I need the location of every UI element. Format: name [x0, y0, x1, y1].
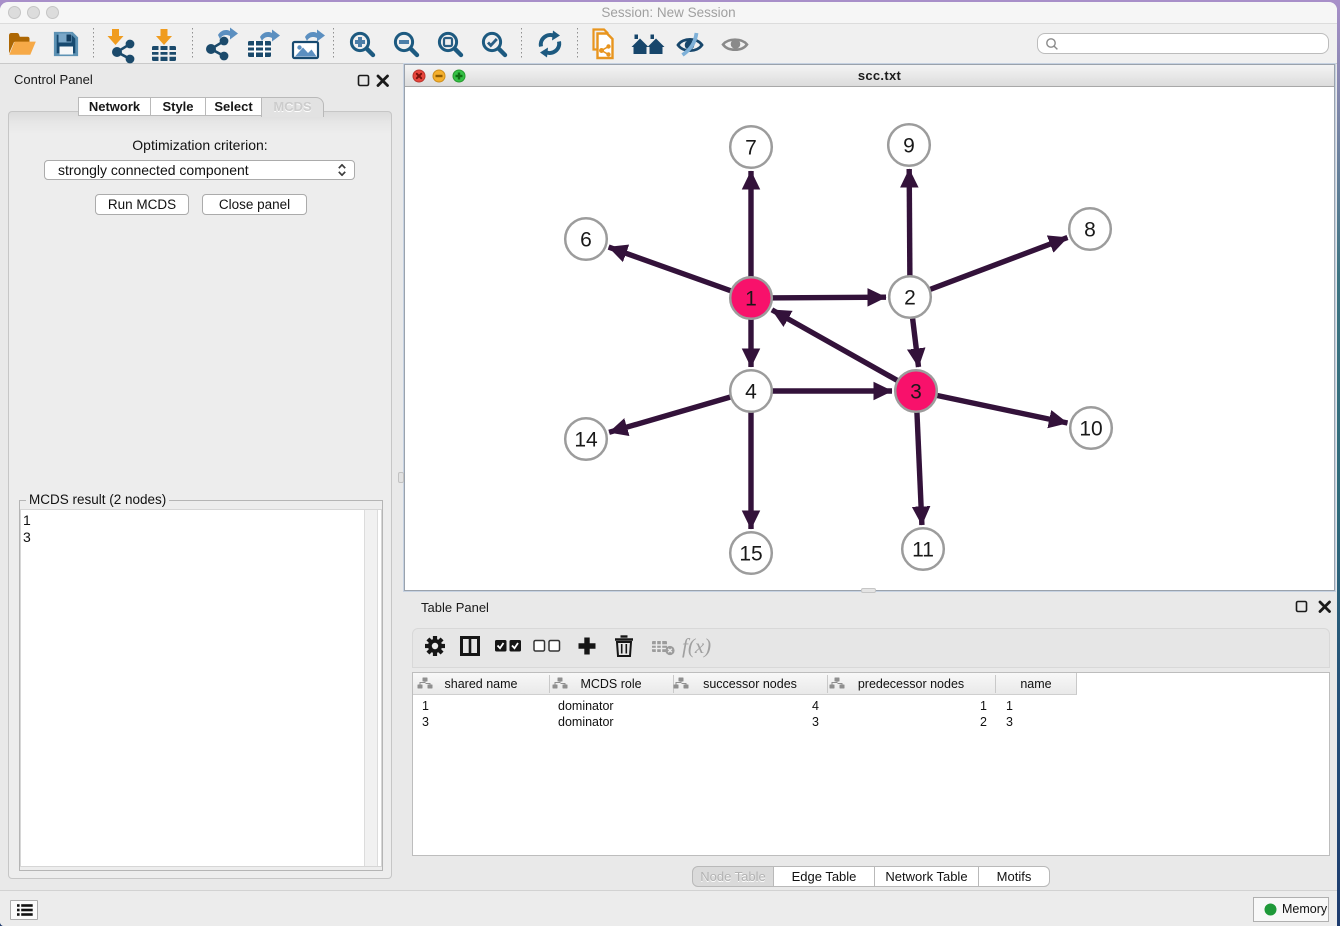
- svg-text:1: 1: [745, 288, 757, 311]
- svg-text:3: 3: [910, 381, 922, 404]
- svg-text:2: 2: [904, 287, 916, 310]
- svg-text:8: 8: [1084, 219, 1096, 242]
- svg-text:10: 10: [1079, 418, 1102, 441]
- svg-text:f(x): f(x): [682, 634, 711, 658]
- svg-text:11: 11: [912, 539, 934, 562]
- svg-text:14: 14: [574, 429, 598, 452]
- svg-text:7: 7: [745, 137, 757, 160]
- svg-text:9: 9: [903, 135, 915, 158]
- svg-text:6: 6: [580, 229, 592, 252]
- svg-text:15: 15: [739, 543, 762, 566]
- svg-text:4: 4: [745, 381, 757, 404]
